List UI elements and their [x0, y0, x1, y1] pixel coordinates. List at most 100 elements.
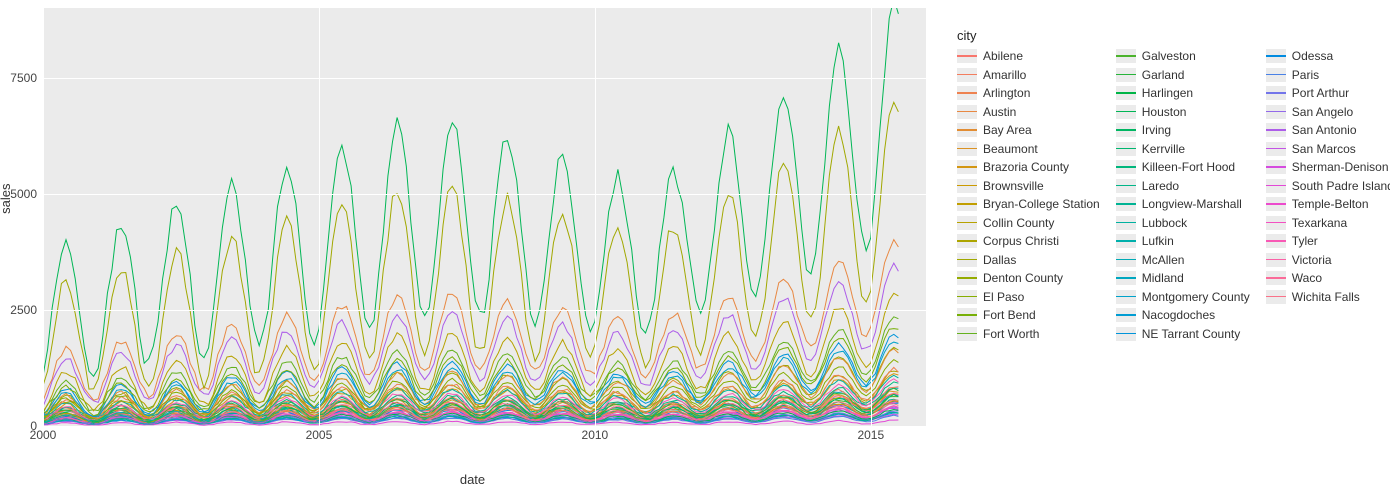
legend-label: Fort Bend — [983, 308, 1036, 322]
x-axis-label: date — [460, 472, 485, 487]
legend-swatch — [1116, 105, 1136, 119]
legend-label: Victoria — [1292, 253, 1332, 267]
legend-swatch — [957, 290, 977, 304]
legend-swatch — [957, 86, 977, 100]
legend-item: McAllen — [1116, 253, 1250, 267]
legend-item: Montgomery County — [1116, 290, 1250, 304]
legend-swatch — [957, 105, 977, 119]
legend-label: NE Tarrant County — [1142, 327, 1241, 341]
legend-item: NE Tarrant County — [1116, 327, 1250, 341]
legend-label: Temple-Belton — [1292, 197, 1369, 211]
legend-item: Lufkin — [1116, 234, 1250, 248]
legend-label: Sherman-Denison — [1292, 160, 1389, 174]
legend-item: Midland — [1116, 271, 1250, 285]
legend-label: Montgomery County — [1142, 290, 1250, 304]
legend-item: Abilene — [957, 49, 1100, 63]
legend-swatch — [1116, 49, 1136, 63]
legend-item: Fort Worth — [957, 327, 1100, 341]
legend-swatch — [957, 197, 977, 211]
legend-item: Waco — [1266, 271, 1390, 285]
legend-label: Collin County — [983, 216, 1054, 230]
legend-item: Victoria — [1266, 253, 1390, 267]
legend-label: Nacogdoches — [1142, 308, 1215, 322]
legend-item: Fort Bend — [957, 308, 1100, 322]
legend-item: Harlingen — [1116, 86, 1250, 100]
legend-label: El Paso — [983, 290, 1024, 304]
legend-item: Denton County — [957, 271, 1100, 285]
legend-swatch — [1116, 234, 1136, 248]
legend-item: Irving — [1116, 123, 1250, 137]
legend-label: Wichita Falls — [1292, 290, 1360, 304]
legend-swatch — [1266, 49, 1286, 63]
legend-swatch — [1116, 271, 1136, 285]
legend-item: Houston — [1116, 105, 1250, 119]
legend-swatch — [1266, 197, 1286, 211]
legend-label: Harlingen — [1142, 86, 1193, 100]
legend-label: San Antonio — [1292, 123, 1357, 137]
legend-label: Amarillo — [983, 68, 1026, 82]
legend-swatch — [957, 49, 977, 63]
legend-item: Corpus Christi — [957, 234, 1100, 248]
legend-swatch — [1266, 179, 1286, 193]
legend-swatch — [1116, 290, 1136, 304]
legend-columns: AbileneAmarilloArlingtonAustinBay AreaBe… — [957, 49, 1390, 341]
legend-item: Beaumont — [957, 142, 1100, 156]
y-tick: 7500 — [0, 71, 37, 85]
legend-label: Bryan-College Station — [983, 197, 1100, 211]
legend-swatch — [1116, 123, 1136, 137]
legend-item: Laredo — [1116, 179, 1250, 193]
legend-item: San Marcos — [1266, 142, 1390, 156]
legend-swatch — [1116, 142, 1136, 156]
line-canvas — [43, 8, 926, 426]
y-tick: 5000 — [0, 187, 37, 201]
legend-swatch — [1116, 197, 1136, 211]
legend-label: Austin — [983, 105, 1016, 119]
x-tick: 2010 — [582, 428, 609, 442]
legend-swatch — [957, 216, 977, 230]
legend-label: Killeen-Fort Hood — [1142, 160, 1235, 174]
legend-label: Houston — [1142, 105, 1187, 119]
legend-swatch — [957, 308, 977, 322]
legend-label: Midland — [1142, 271, 1184, 285]
legend-swatch — [1116, 253, 1136, 267]
series-san-antonio — [43, 263, 898, 406]
legend-label: Galveston — [1142, 49, 1196, 63]
legend-swatch — [1266, 142, 1286, 156]
legend-swatch — [1266, 216, 1286, 230]
legend-item: Killeen-Fort Hood — [1116, 160, 1250, 174]
legend-item: South Padre Island — [1266, 179, 1390, 193]
legend-label: Port Arthur — [1292, 86, 1349, 100]
x-tick: 2000 — [30, 428, 57, 442]
plot-column: sales 02500500075002000200520102015 date — [0, 0, 945, 500]
legend-label: Fort Worth — [983, 327, 1039, 341]
legend-swatch — [1266, 234, 1286, 248]
legend-label: Kerrville — [1142, 142, 1185, 156]
legend-title: city — [957, 28, 1390, 43]
legend-label: Dallas — [983, 253, 1016, 267]
legend-label: Texarkana — [1292, 216, 1347, 230]
legend-label: San Angelo — [1292, 105, 1353, 119]
legend-label: Lubbock — [1142, 216, 1187, 230]
legend-item: Sherman-Denison — [1266, 160, 1390, 174]
legend-swatch — [957, 142, 977, 156]
legend-item: Temple-Belton — [1266, 197, 1390, 211]
legend-item: Brazoria County — [957, 160, 1100, 174]
legend-swatch — [957, 68, 977, 82]
legend-item: Galveston — [1116, 49, 1250, 63]
legend-item: Odessa — [1266, 49, 1390, 63]
legend-item: Dallas — [957, 253, 1100, 267]
legend-swatch — [1266, 160, 1286, 174]
legend-item: Tyler — [1266, 234, 1390, 248]
legend-swatch — [1266, 123, 1286, 137]
legend-label: San Marcos — [1292, 142, 1356, 156]
legend-label: Odessa — [1292, 49, 1333, 63]
chart-root: sales 02500500075002000200520102015 date… — [0, 0, 1390, 500]
legend-label: Laredo — [1142, 179, 1179, 193]
legend-label: Lufkin — [1142, 234, 1174, 248]
legend-item: Nacogdoches — [1116, 308, 1250, 322]
legend-item: Garland — [1116, 68, 1250, 82]
legend-label: Brownsville — [983, 179, 1044, 193]
legend-label: South Padre Island — [1292, 179, 1390, 193]
legend-item: Port Arthur — [1266, 86, 1390, 100]
legend-item: Texarkana — [1266, 216, 1390, 230]
